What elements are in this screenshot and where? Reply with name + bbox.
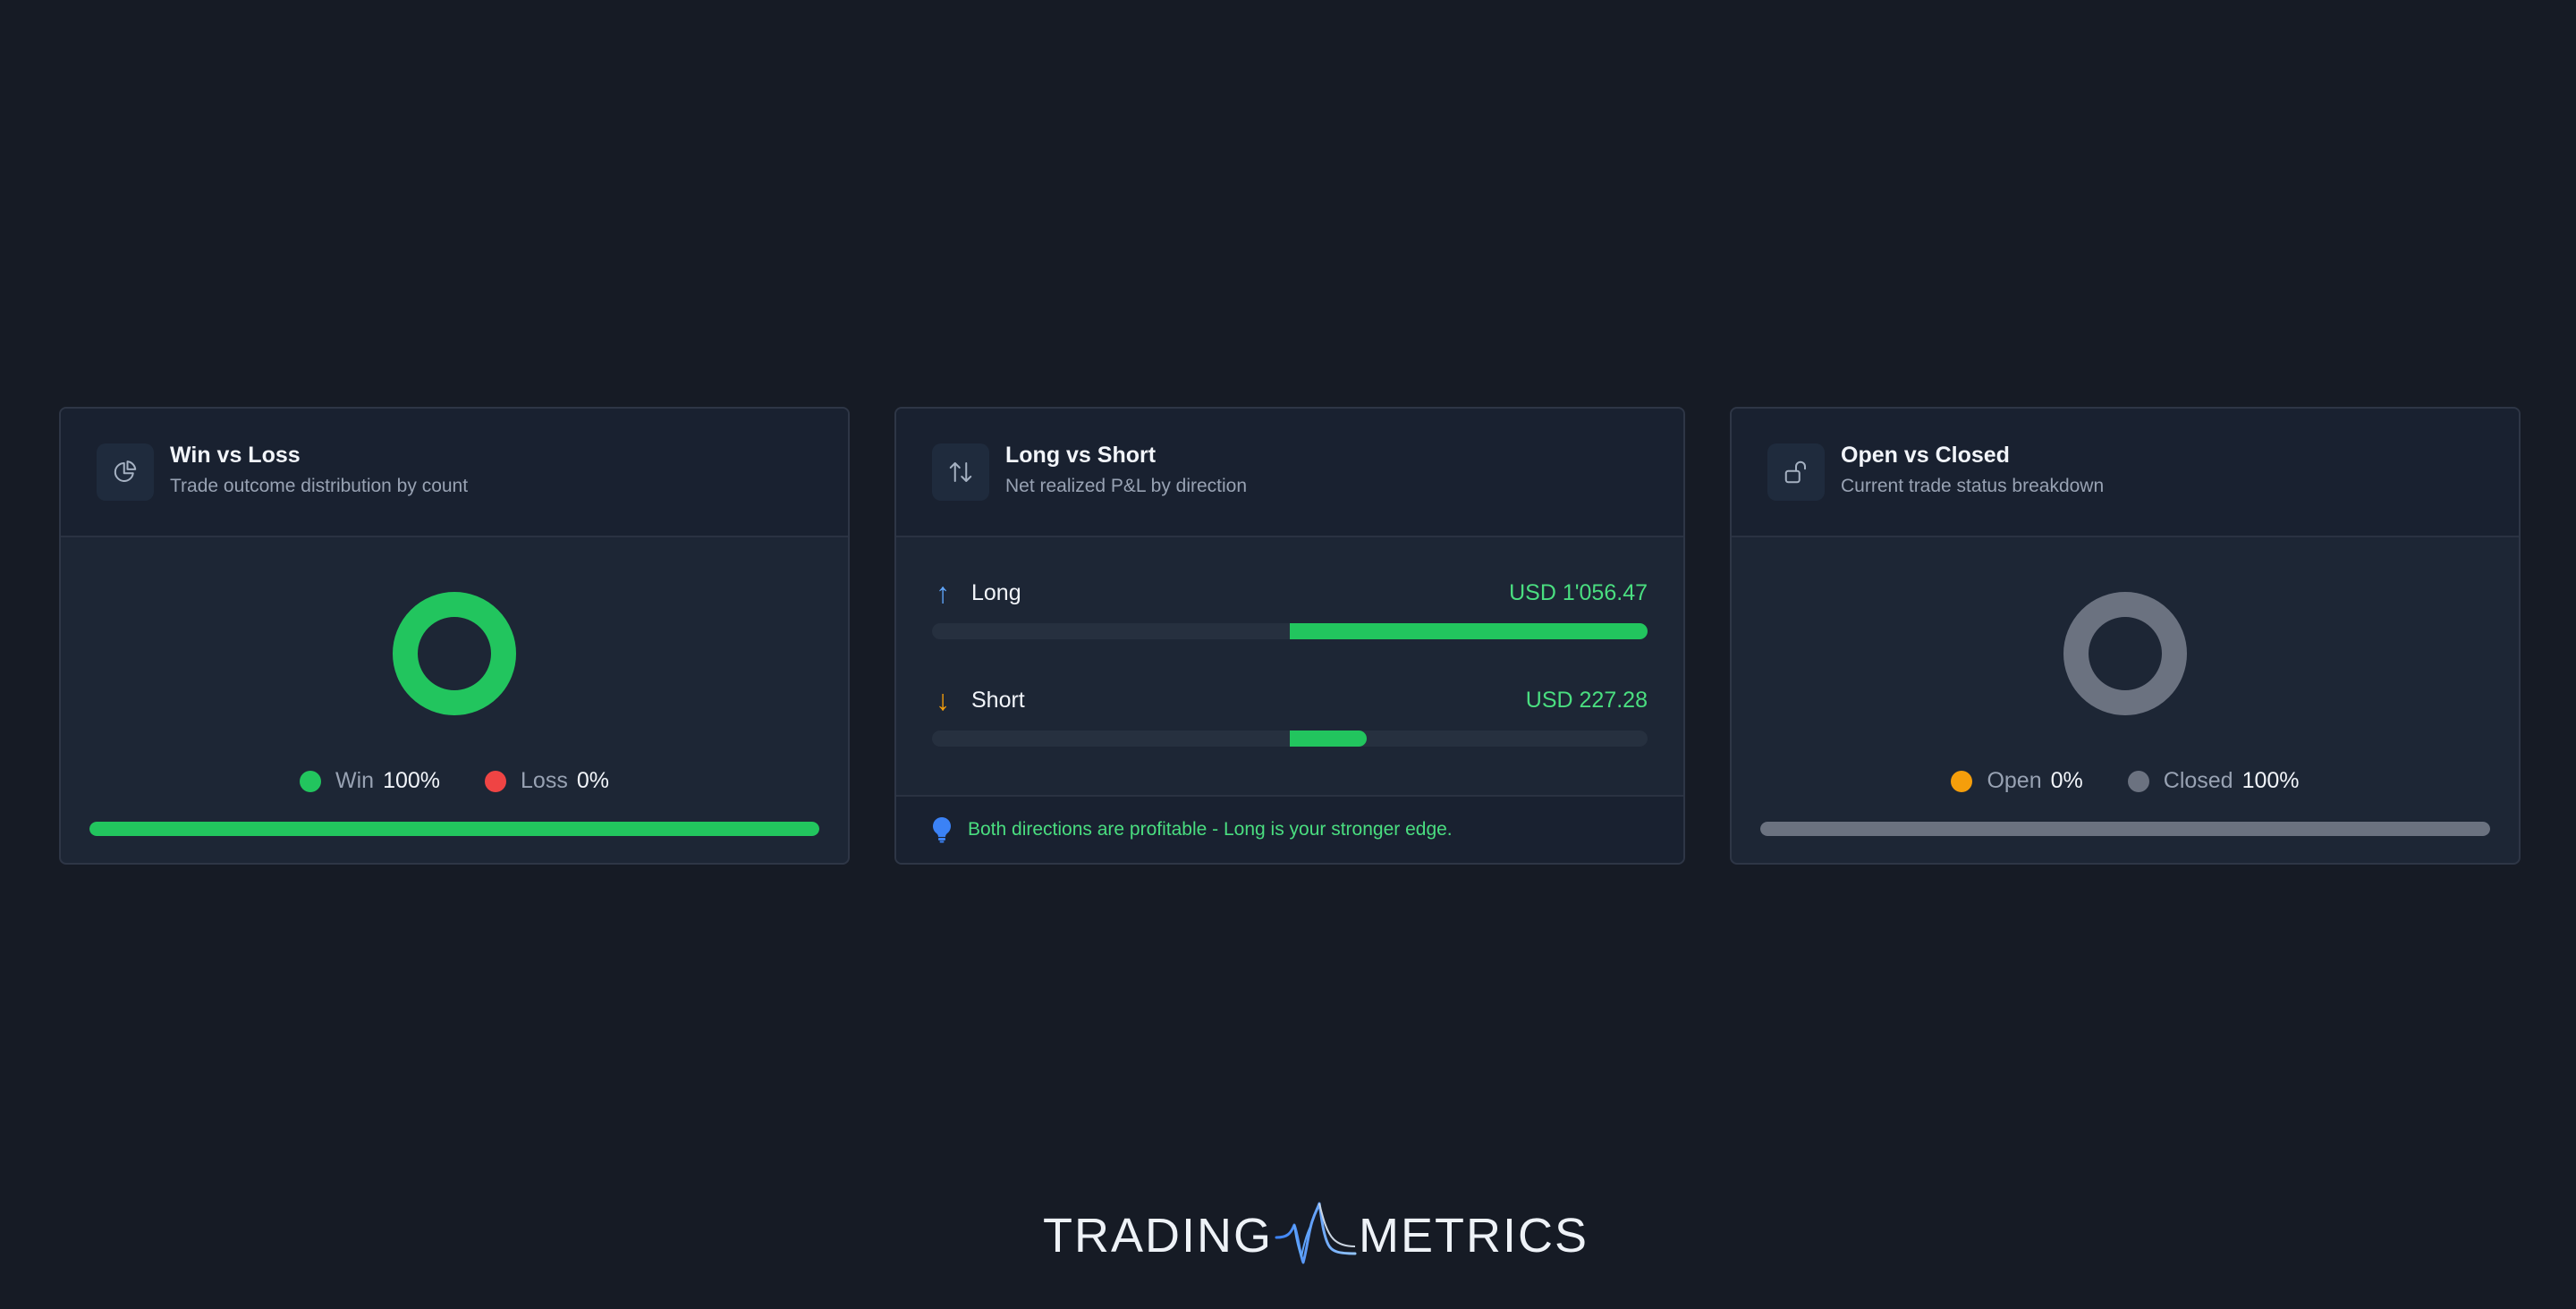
trading-metrics-logo: TRADING METRICS	[1043, 1198, 1589, 1273]
insight-text: Both directions are profitable - Long is…	[968, 819, 1453, 840]
card-header: Long vs Short Net realized P&L by direct…	[896, 409, 1683, 537]
open-closed-legend: Open 0% Closed 100%	[1732, 768, 2519, 794]
long-bar-fill	[1290, 623, 1648, 639]
open-closed-donut	[2063, 592, 2187, 715]
card-subtitle: Current trade status breakdown	[1841, 476, 2105, 496]
card-header: Win vs Loss Trade outcome distribution b…	[61, 409, 848, 537]
pie-chart-icon	[97, 443, 154, 501]
insight-bar: Both directions are profitable - Long is…	[896, 795, 1683, 863]
logo-wave-icon	[1275, 1202, 1357, 1264]
short-value: USD 227.28	[1525, 687, 1648, 713]
long-label: Long	[971, 579, 1021, 605]
loss-dot	[485, 770, 507, 792]
page: Win vs Loss Trade outcome distribution b…	[0, 0, 2576, 1309]
card-body: ↑ Long USD 1'056.47 ↓ Short USD 227.28	[896, 537, 1683, 795]
short-bar-fill	[1290, 731, 1367, 747]
lightbulb-icon	[932, 816, 952, 843]
card-body: Open 0% Closed 100%	[1732, 537, 2519, 863]
card-title: Open vs Closed	[1841, 443, 2010, 468]
arrow-up-icon: ↑	[936, 577, 950, 609]
card-subtitle: Trade outcome distribution by count	[170, 476, 469, 496]
legend-value: 0%	[576, 768, 609, 793]
win-loss-donut	[393, 592, 516, 715]
legend-value: 100%	[383, 768, 441, 793]
win-ratio-fill	[89, 822, 819, 836]
legend-item-closed: Closed 100%	[2127, 768, 2300, 794]
win-dot	[300, 770, 322, 792]
card-header: Open vs Closed Current trade status brea…	[1732, 409, 2519, 537]
win-ratio-bar	[89, 822, 819, 836]
legend-item-loss: Loss 0%	[485, 768, 609, 794]
legend-item-open: Open 0%	[1951, 768, 2083, 794]
arrows-up-down-icon	[932, 443, 989, 501]
arrow-down-icon: ↓	[936, 684, 950, 716]
legend-value: 100%	[2241, 768, 2300, 793]
short-bar-track	[932, 731, 1648, 747]
logo-text-left: TRADING	[1043, 1209, 1273, 1263]
card-body: Win 100% Loss 0%	[61, 537, 848, 863]
open-dot	[1951, 770, 1973, 792]
short-label: Short	[971, 687, 1025, 713]
win-loss-legend: Win 100% Loss 0%	[61, 768, 848, 794]
win-loss-card: Win vs Loss Trade outcome distribution b…	[59, 407, 850, 865]
legend-label: Closed	[2163, 768, 2233, 793]
legend-label: Loss	[521, 768, 568, 793]
unlock-icon	[1767, 443, 1825, 501]
cards-row: Win vs Loss Trade outcome distribution b…	[59, 407, 2521, 865]
long-row: ↑ Long USD 1'056.47	[932, 575, 1648, 639]
legend-value: 0%	[2050, 768, 2083, 793]
legend-item-win: Win 100%	[300, 768, 440, 794]
card-title: Long vs Short	[1005, 443, 1157, 468]
legend-label: Win	[335, 768, 375, 793]
card-title: Win vs Loss	[170, 443, 301, 468]
closed-ratio-fill	[1760, 822, 2490, 836]
closed-ratio-bar	[1760, 822, 2490, 836]
card-subtitle: Net realized P&L by direction	[1005, 476, 1248, 496]
logo-text-right: METRICS	[1359, 1209, 1589, 1263]
closed-dot	[2127, 770, 2149, 792]
open-closed-card: Open vs Closed Current trade status brea…	[1730, 407, 2521, 865]
long-short-card: Long vs Short Net realized P&L by direct…	[894, 407, 1685, 865]
long-bar-track	[932, 623, 1648, 639]
short-row: ↓ Short USD 227.28	[932, 682, 1648, 747]
long-value: USD 1'056.47	[1509, 579, 1648, 605]
legend-label: Open	[1987, 768, 2042, 793]
